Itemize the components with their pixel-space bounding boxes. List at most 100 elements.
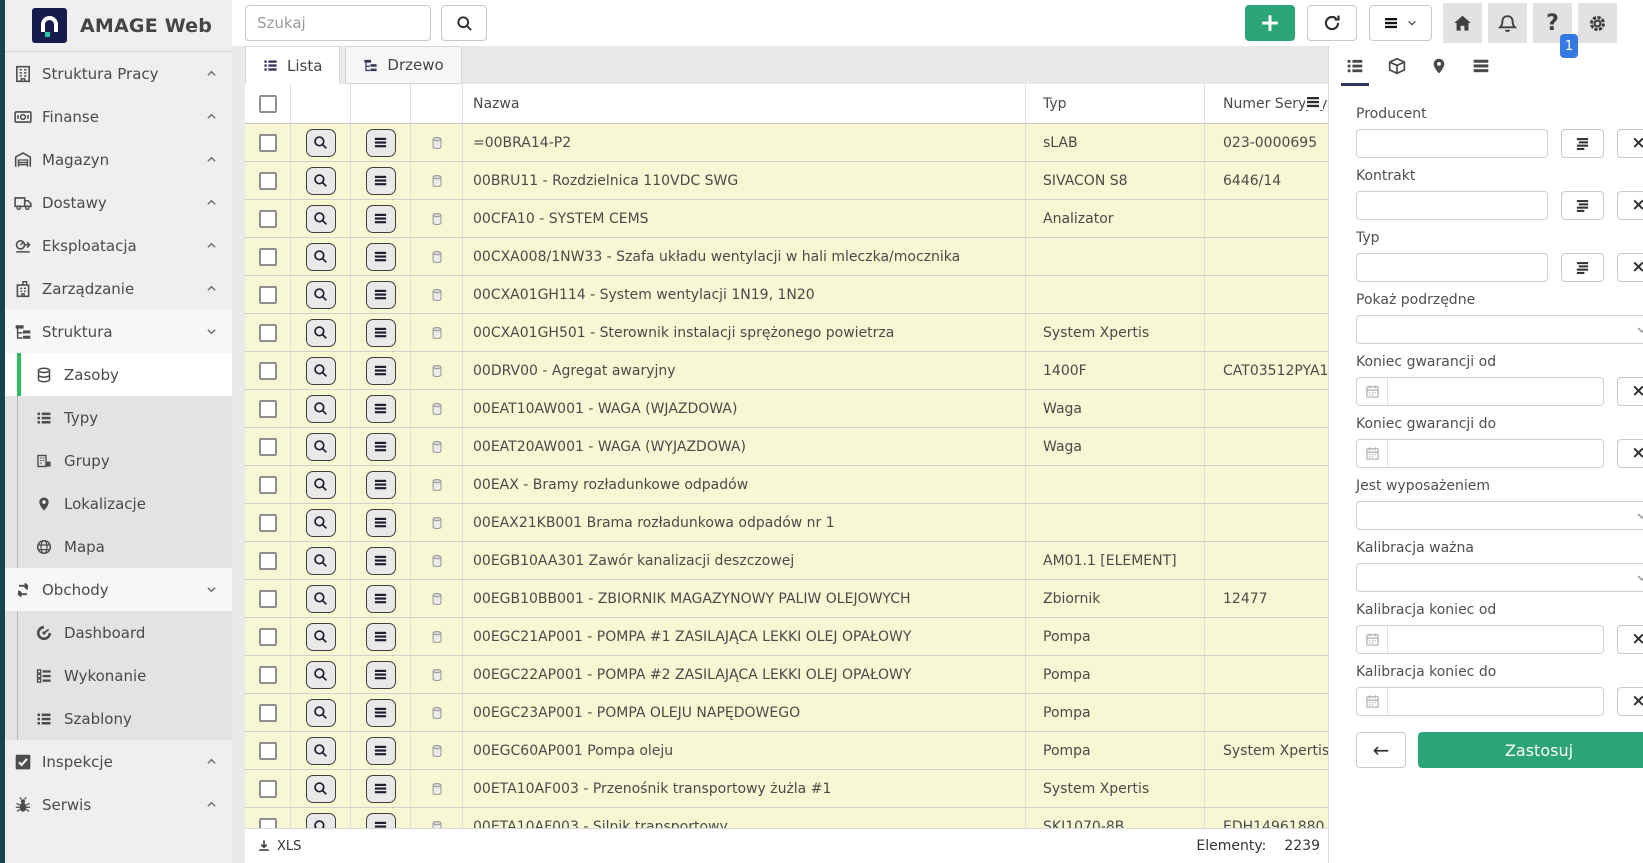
row-menu-button[interactable] [366, 737, 396, 765]
row-menu-button[interactable] [366, 661, 396, 689]
row-menu-button[interactable] [366, 813, 396, 829]
map-view-button[interactable] [1425, 46, 1453, 86]
apply-filters-button[interactable]: Zastosuj [1418, 732, 1643, 768]
row-checkbox[interactable] [259, 134, 277, 152]
column-header-typ[interactable]: Typ [1026, 84, 1205, 123]
sidebar-item-eksploatacja[interactable]: Eksploatacja [5, 224, 232, 267]
sidebar-item-dashboard[interactable]: Dashboard [5, 611, 232, 654]
row-menu-button[interactable] [366, 243, 396, 271]
sidebar-item-finanse[interactable]: Finanse [5, 95, 232, 138]
row-checkbox[interactable] [259, 324, 277, 342]
actions-menu-button[interactable] [1369, 5, 1432, 41]
row-menu-button[interactable] [366, 699, 396, 727]
row-menu-button[interactable] [366, 585, 396, 613]
filter-date-input-koniec-gwarancji-od[interactable] [1388, 378, 1603, 405]
row-preview-button[interactable] [306, 129, 336, 157]
calendar-icon[interactable] [1357, 626, 1388, 653]
sidebar-item-obchody[interactable]: Obchody [5, 568, 232, 611]
row-checkbox[interactable] [259, 476, 277, 494]
sidebar-item-magazyn[interactable]: Magazyn [5, 138, 232, 181]
row-menu-button[interactable] [366, 471, 396, 499]
row-checkbox[interactable] [259, 210, 277, 228]
filter-date-input-koniec-gwarancji-do[interactable] [1388, 440, 1603, 467]
row-preview-button[interactable] [306, 661, 336, 689]
row-checkbox[interactable] [259, 248, 277, 266]
row-preview-button[interactable] [306, 471, 336, 499]
sidebar-item-lokalizacje[interactable]: Lokalizacje [5, 482, 232, 525]
tab-lista[interactable]: Lista [245, 46, 340, 84]
row-menu-button[interactable] [366, 205, 396, 233]
sidebar-item-inspekcje[interactable]: Inspekcje [5, 740, 232, 783]
row-menu-button[interactable] [366, 547, 396, 575]
filter-input-kontrakt[interactable] [1356, 191, 1548, 220]
filter-date-input-kalibracja-koniec-od[interactable] [1388, 626, 1603, 653]
column-menu-button[interactable] [1305, 94, 1323, 110]
sidebar-item-szablony[interactable]: Szablony [5, 697, 232, 740]
add-button[interactable]: + [1245, 5, 1295, 41]
row-checkbox[interactable] [259, 172, 277, 190]
row-preview-button[interactable] [306, 737, 336, 765]
filter-select-jest-wyposa-eniem[interactable] [1356, 501, 1643, 530]
filter-date-input-kalibracja-koniec-do[interactable] [1388, 688, 1603, 715]
filter-select-kalibracja-wa-na[interactable] [1356, 563, 1643, 592]
row-checkbox[interactable] [259, 400, 277, 418]
filter-pick-button-typ[interactable] [1561, 253, 1604, 282]
row-checkbox[interactable] [259, 590, 277, 608]
table-view-button[interactable] [1467, 46, 1495, 86]
search-input[interactable] [245, 5, 431, 41]
sidebar-item-struktura[interactable]: Struktura [5, 310, 232, 353]
home-button[interactable] [1443, 3, 1482, 43]
filter-pick-button-producent[interactable] [1561, 129, 1604, 158]
settings-button[interactable] [1578, 3, 1617, 43]
row-preview-button[interactable] [306, 699, 336, 727]
row-checkbox[interactable] [259, 552, 277, 570]
row-checkbox[interactable] [259, 628, 277, 646]
row-checkbox[interactable] [259, 780, 277, 798]
sidebar-item-wykonanie[interactable]: Wykonanie [5, 654, 232, 697]
collapse-panel-button[interactable]: ← [1356, 732, 1406, 768]
notifications-button[interactable] [1488, 3, 1527, 43]
filter-clear-button-producent[interactable]: × [1617, 129, 1643, 158]
filter-clear-button-koniec-gwarancji-od[interactable]: × [1617, 377, 1643, 406]
box-view-button[interactable] [1383, 46, 1411, 86]
help-button[interactable]: ? 1 [1533, 3, 1572, 43]
row-preview-button[interactable] [306, 167, 336, 195]
row-menu-button[interactable] [366, 509, 396, 537]
column-header-nazwa[interactable]: Nazwa [463, 84, 1026, 123]
row-preview-button[interactable] [306, 357, 336, 385]
row-menu-button[interactable] [366, 395, 396, 423]
list-view-button[interactable] [1341, 46, 1369, 86]
row-preview-button[interactable] [306, 281, 336, 309]
row-preview-button[interactable] [306, 509, 336, 537]
filter-clear-button-koniec-gwarancji-do[interactable]: × [1617, 439, 1643, 468]
calendar-icon[interactable] [1357, 440, 1388, 467]
calendar-icon[interactable] [1357, 688, 1388, 715]
row-checkbox[interactable] [259, 286, 277, 304]
row-checkbox[interactable] [259, 438, 277, 456]
sidebar-item-grupy[interactable]: Grupy [5, 439, 232, 482]
row-checkbox[interactable] [259, 742, 277, 760]
filter-select-poka-podrz-dne[interactable] [1356, 315, 1643, 344]
row-menu-button[interactable] [366, 623, 396, 651]
sidebar-item-serwis[interactable]: Serwis [5, 783, 232, 826]
row-preview-button[interactable] [306, 623, 336, 651]
row-menu-button[interactable] [366, 357, 396, 385]
sidebar-item-struktura-pracy[interactable]: Struktura Pracy [5, 52, 232, 95]
filter-clear-button-typ[interactable]: × [1617, 253, 1643, 282]
row-checkbox[interactable] [259, 666, 277, 684]
row-menu-button[interactable] [366, 167, 396, 195]
row-menu-button[interactable] [366, 281, 396, 309]
row-preview-button[interactable] [306, 319, 336, 347]
row-checkbox[interactable] [259, 704, 277, 722]
filter-input-producent[interactable] [1356, 129, 1548, 158]
row-preview-button[interactable] [306, 395, 336, 423]
filter-input-typ[interactable] [1356, 253, 1548, 282]
tab-drzewo[interactable]: Drzewo [345, 46, 461, 84]
calendar-icon[interactable] [1357, 378, 1388, 405]
search-button[interactable] [441, 5, 487, 41]
row-preview-button[interactable] [306, 547, 336, 575]
row-preview-button[interactable] [306, 243, 336, 271]
sidebar-item-typy[interactable]: Typy [5, 396, 232, 439]
filter-pick-button-kontrakt[interactable] [1561, 191, 1604, 220]
row-checkbox[interactable] [259, 818, 277, 829]
